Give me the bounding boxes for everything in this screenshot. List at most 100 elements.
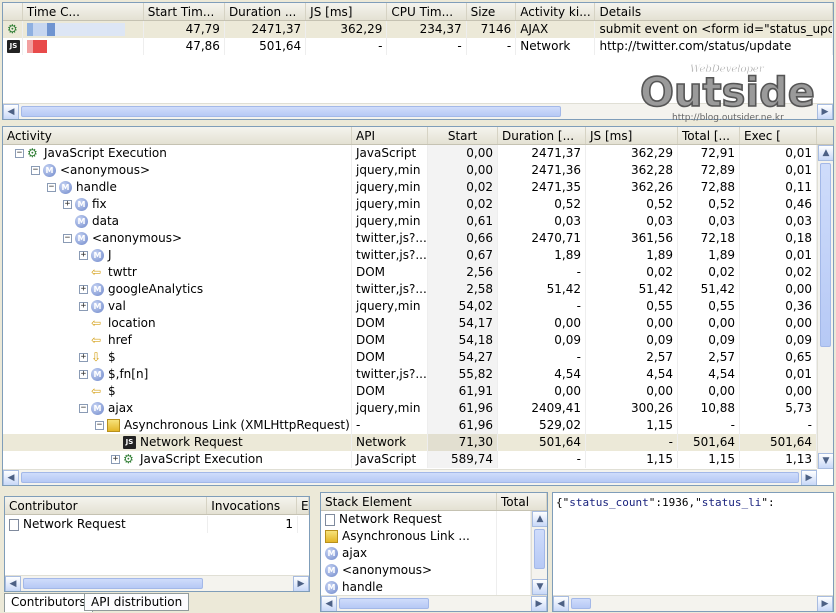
col-total[interactable]: Total [... bbox=[678, 127, 740, 144]
col-time-chart[interactable]: Time C... bbox=[23, 3, 144, 20]
col-contributor[interactable]: Contributor bbox=[5, 497, 208, 514]
contributors-hscrollbar[interactable]: ◀ ▶ bbox=[5, 575, 309, 591]
stack-row[interactable]: Network Request bbox=[321, 511, 547, 528]
scroll-thumb[interactable] bbox=[23, 578, 203, 589]
tree-row[interactable]: + MgoogleAnalytics twitter,js?... 2,58 51,42… bbox=[3, 281, 833, 298]
scroll-right-button[interactable]: ▶ bbox=[817, 104, 833, 119]
col-activity-kind[interactable]: Activity ki... bbox=[516, 3, 596, 20]
scroll-left-button[interactable]: ◀ bbox=[3, 470, 19, 485]
col-duration[interactable]: Duration ... bbox=[225, 3, 307, 20]
tree-row[interactable]: − Mhandle jquery,min 0,02 2471,35 362,26 72,88… bbox=[3, 179, 833, 196]
tree-row[interactable]: − Asynchronous Link (XMLHttpRequest) -61,9… bbox=[3, 417, 833, 434]
stack-row[interactable]: M <anonymous> bbox=[321, 562, 547, 579]
tree-row[interactable]: ⇦ location DOM 54,17 0,00 0,00 0,00 0,00 bbox=[3, 315, 833, 332]
tree-row[interactable]: ⇦ $ DOM 61,91 0,00 0,00 0,00 0,00 bbox=[3, 383, 833, 400]
tab-api-distribution[interactable]: API distribution bbox=[84, 593, 190, 611]
response-hscrollbar[interactable]: ◀ ▶ bbox=[553, 595, 833, 611]
col-total[interactable]: Total bbox=[497, 493, 547, 510]
tree-row[interactable]: + M $,fn[n] twitter,js?... 55,82 4,54 4,54 4,54… bbox=[3, 366, 833, 383]
scroll-left-button[interactable]: ◀ bbox=[5, 576, 21, 591]
tree-toggle-expand-icon[interactable]: + bbox=[79, 370, 88, 379]
tree-row[interactable]: + ⇩ $ DOM 54,27-2,57 2,57 0,65 bbox=[3, 349, 833, 366]
col-size[interactable]: Size bbox=[467, 3, 517, 20]
stack-hscrollbar[interactable]: ◀ ▶ bbox=[321, 595, 547, 611]
cell-total: 0,09 bbox=[678, 332, 740, 349]
scroll-up-button[interactable]: ▲ bbox=[818, 145, 833, 161]
col-exec[interactable]: Exec [ bbox=[740, 127, 817, 144]
table-row[interactable]: ⚙ 47,79 2471,37 362,29 234,37 7146 AJAX submit … bbox=[3, 21, 833, 38]
tree-row[interactable]: − ⚙ JavaScript Execution JavaScript 0,00 2471… bbox=[3, 145, 833, 162]
stack-row[interactable]: Majax bbox=[321, 545, 547, 562]
scroll-up-button[interactable]: ▲ bbox=[532, 511, 547, 527]
tree-toggle-collapse-icon[interactable]: − bbox=[95, 421, 104, 430]
table-row[interactable]: Network Request 1 bbox=[5, 516, 309, 533]
scroll-thumb[interactable] bbox=[339, 598, 429, 609]
scroll-down-button[interactable]: ▼ bbox=[532, 579, 547, 595]
col-details[interactable]: Details bbox=[595, 3, 833, 20]
table-row[interactable]: JS 47,86 501,64- - - Network http://twitter.co… bbox=[3, 38, 833, 55]
tree-toggle-expand-icon[interactable]: + bbox=[63, 200, 72, 209]
tree-toggle-collapse-icon[interactable]: − bbox=[63, 234, 72, 243]
col-icon[interactable] bbox=[3, 3, 23, 20]
tree-row[interactable]: − Majax jquery,min 61,96 2409,41 300,26 10,88 5… bbox=[3, 400, 833, 417]
cell-start: 0,02 bbox=[428, 196, 498, 213]
tree-toggle-expand-icon[interactable]: + bbox=[79, 302, 88, 311]
col-e[interactable]: E bbox=[297, 497, 309, 514]
tree-header: Activity API Start Duration [... JS [ms] Tota… bbox=[3, 127, 833, 145]
scroll-right-button[interactable]: ▶ bbox=[293, 576, 309, 591]
tree-toggle-expand-icon[interactable]: + bbox=[111, 455, 120, 464]
scroll-down-button[interactable]: ▼ bbox=[818, 453, 833, 469]
tree-vscrollbar[interactable]: ▲ ▼ bbox=[817, 145, 833, 469]
tree-row[interactable]: Mdata jquery,min 0,61 0,03 0,03 0,03 0,03 bbox=[3, 213, 833, 230]
col-api[interactable]: API bbox=[352, 127, 428, 144]
cell-js: 4,54 bbox=[586, 366, 678, 383]
col-js-ms[interactable]: JS [ms] bbox=[306, 3, 388, 20]
tree-row[interactable]: − M <anonymous> twitter,js?... 0,66 2470,71 36… bbox=[3, 230, 833, 247]
tree-toggle-collapse-icon[interactable]: − bbox=[79, 404, 88, 413]
scroll-thumb[interactable] bbox=[21, 106, 561, 117]
col-start[interactable]: Start bbox=[428, 127, 498, 144]
tree-row[interactable]: ⇦ href DOM 54,18 0,09 0,09 0,09 0,09 bbox=[3, 332, 833, 349]
tree-toggle-expand-icon[interactable]: + bbox=[79, 353, 88, 362]
stack-vscrollbar[interactable]: ▲ ▼ bbox=[531, 511, 547, 595]
cell-start: 61,96 bbox=[428, 417, 498, 434]
scroll-thumb[interactable] bbox=[571, 598, 591, 609]
stack-row[interactable]: Mhandle bbox=[321, 579, 547, 596]
col-js-ms[interactable]: JS [ms] bbox=[586, 127, 678, 144]
response-text[interactable]: {"status_count":1936,"status_li": bbox=[553, 493, 833, 513]
scroll-thumb[interactable] bbox=[534, 529, 545, 569]
cell-total: 0,52 bbox=[678, 196, 740, 213]
col-cpu-time[interactable]: CPU Tim... bbox=[387, 3, 467, 20]
scroll-left-button[interactable]: ◀ bbox=[321, 596, 337, 611]
scroll-left-button[interactable]: ◀ bbox=[3, 104, 19, 119]
scroll-right-button[interactable]: ▶ bbox=[801, 470, 817, 485]
col-activity[interactable]: Activity bbox=[3, 127, 352, 144]
tree-row[interactable]: + Mval jquery,min 54,02-0,55 0,55 0,36 bbox=[3, 298, 833, 315]
scroll-left-button[interactable]: ◀ bbox=[553, 596, 569, 611]
scroll-thumb[interactable] bbox=[21, 472, 799, 483]
tree-row[interactable]: − M <anonymous> jquery,min 0,00 2471,36 362,28… bbox=[3, 162, 833, 179]
scroll-right-button[interactable]: ▶ bbox=[817, 596, 833, 611]
col-duration[interactable]: Duration [... bbox=[498, 127, 586, 144]
col-invocations[interactable]: Invocations bbox=[207, 497, 297, 514]
col-start-time[interactable]: Start Tim... bbox=[144, 3, 225, 20]
tree-toggle-expand-icon[interactable]: + bbox=[79, 251, 88, 260]
stack-total-cell bbox=[497, 562, 531, 579]
tree-row[interactable]: + ⚙ JavaScript Execution JavaScript 589,74-1… bbox=[3, 451, 833, 468]
tree-row[interactable]: ⇦ twttr DOM 2,56-0,02 0,02 0,02 bbox=[3, 264, 833, 281]
tree-toggle-expand-icon[interactable]: + bbox=[79, 285, 88, 294]
response-text-pane[interactable]: {"status_count":1936,"status_li": ◀ ▶ bbox=[552, 492, 834, 612]
tree-toggle-collapse-icon[interactable]: − bbox=[31, 166, 40, 175]
tree-toggle-collapse-icon[interactable]: − bbox=[47, 183, 56, 192]
tree-row[interactable]: + Mfix jquery,min 0,02 0,52 0,52 0,52 0,46 bbox=[3, 196, 833, 213]
scroll-thumb[interactable] bbox=[820, 163, 831, 347]
activity-name: fix bbox=[92, 197, 107, 211]
tree-toggle-collapse-icon[interactable]: − bbox=[15, 149, 24, 158]
scroll-right-button[interactable]: ▶ bbox=[531, 596, 547, 611]
tree-hscrollbar[interactable]: ◀ ▶ bbox=[3, 469, 817, 485]
tree-row[interactable]: + M Jtwitter,js?... 0,67 1,89 1,89 1,89 0,01 bbox=[3, 247, 833, 264]
stack-row[interactable]: Asynchronous Link ... bbox=[321, 528, 547, 545]
tab-contributors[interactable]: Contributors bbox=[4, 593, 93, 612]
tree-row[interactable]: JS Network Request Network 71,30 501,64-501,… bbox=[3, 434, 833, 451]
col-stack-element[interactable]: Stack Element bbox=[321, 493, 497, 510]
